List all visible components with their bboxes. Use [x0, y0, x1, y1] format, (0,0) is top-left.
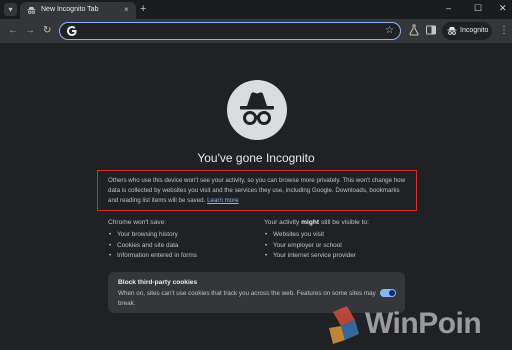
heading-emphasis: might: [301, 219, 320, 226]
tab-new-incognito[interactable]: New Incognito Tab ×: [20, 2, 136, 19]
list-item: Your internet service provider: [264, 251, 356, 262]
watermark-text: WinPoin: [365, 307, 482, 340]
incognito-icon: [27, 6, 36, 14]
minimize-button[interactable]: –: [446, 2, 451, 14]
google-g-icon: [67, 26, 77, 36]
chrome-menu-button[interactable]: ⋮: [499, 24, 509, 37]
list-item: Websites you visit: [264, 230, 356, 241]
watermark: WinPoin: [325, 300, 512, 350]
activity-visible-list: Websites you visit Your employer or scho…: [264, 230, 356, 262]
list-item: Cookies and site data: [108, 241, 197, 252]
list-item: Information entered in forms: [108, 251, 197, 262]
back-button[interactable]: ←: [8, 24, 18, 37]
incognito-profile-chip[interactable]: Incognito: [442, 22, 492, 40]
address-bar[interactable]: ☆: [59, 22, 401, 40]
bookmark-star-icon[interactable]: ☆: [385, 24, 394, 37]
maximize-button[interactable]: ☐: [474, 2, 482, 14]
close-window-button[interactable]: ✕: [499, 2, 507, 14]
incognito-icon: [447, 27, 457, 35]
tab-close-button[interactable]: ×: [124, 5, 129, 15]
incognito-label: Incognito: [460, 27, 489, 34]
privacy-info-body: Others who use this device won't see you…: [108, 177, 406, 204]
heading-prefix: Your activity: [264, 219, 302, 226]
page-title: You've gone Incognito: [197, 151, 315, 165]
toolbar: ← → ↻ ☆ Incognito ⋮: [0, 19, 512, 43]
chrome-wont-save-heading: Chrome won't save:: [108, 219, 167, 226]
toggle-knob: [389, 290, 395, 296]
activity-visible-heading: Your activity might still be visible to:: [264, 219, 369, 226]
extensions-flask-icon[interactable]: [408, 24, 420, 36]
privacy-info-text: Others who use this device won't see you…: [108, 176, 408, 206]
side-panel-icon[interactable]: [425, 24, 437, 36]
heading-suffix: still be visible to:: [319, 219, 369, 226]
list-item: Your employer or school: [264, 241, 356, 252]
reload-button[interactable]: ↻: [43, 24, 51, 37]
new-tab-button[interactable]: +: [140, 3, 146, 15]
chrome-wont-save-list: Your browsing history Cookies and site d…: [108, 230, 197, 262]
list-item: Your browsing history: [108, 230, 197, 241]
learn-more-link[interactable]: Learn more: [207, 197, 239, 204]
tab-search-button[interactable]: ▾: [4, 3, 17, 16]
incognito-hero-icon: [227, 80, 287, 140]
block-cookies-toggle[interactable]: [380, 289, 396, 297]
winpoin-logo-icon: [329, 306, 359, 344]
omnibox-input[interactable]: [82, 25, 372, 37]
privacy-info-box: Others who use this device won't see you…: [97, 170, 417, 211]
forward-button[interactable]: →: [25, 24, 35, 37]
cookies-title: Block third-party cookies: [118, 279, 198, 286]
tab-title: New Incognito Tab: [41, 6, 99, 13]
tab-strip: ▾ New Incognito Tab × + – ☐ ✕: [0, 0, 512, 19]
